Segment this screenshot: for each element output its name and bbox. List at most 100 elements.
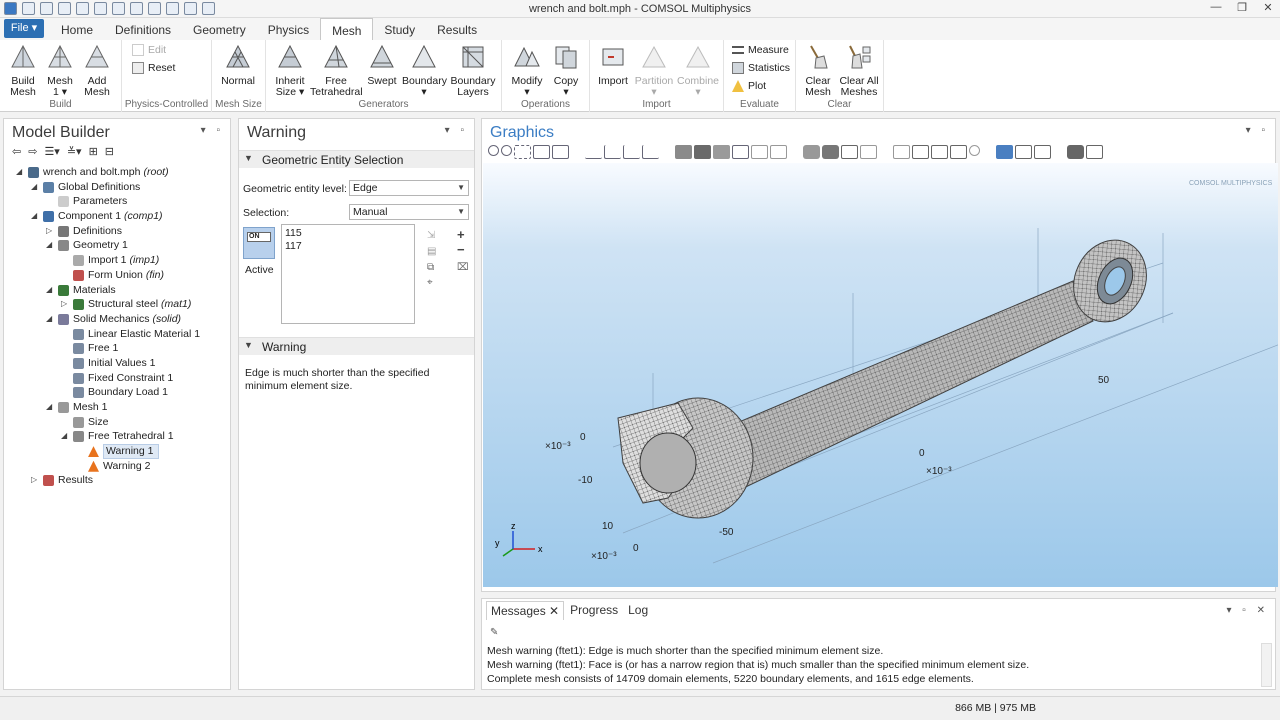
tree-materials[interactable]: ◢ Materials bbox=[8, 283, 228, 298]
paste-selection-icon[interactable]: ▤ bbox=[427, 246, 436, 257]
view-axis-icon[interactable] bbox=[585, 145, 602, 159]
clear-all-meshes-button[interactable]: Clear All Meshes bbox=[836, 44, 882, 98]
tree-size[interactable]: Size bbox=[8, 415, 228, 430]
view-mode2-icon[interactable] bbox=[1015, 145, 1032, 159]
tree-linear-elastic[interactable]: Linear Elastic Material 1 bbox=[8, 327, 228, 342]
active-toggle[interactable]: ON bbox=[243, 227, 275, 259]
tab-definitions[interactable]: Definitions bbox=[104, 18, 182, 40]
scene-light-icon[interactable] bbox=[803, 145, 820, 159]
section-geometric-entity-selection[interactable]: ▼ Geometric Entity Selection bbox=[239, 150, 474, 168]
zoom-selected-icon[interactable] bbox=[533, 145, 550, 159]
inherit-size-button[interactable]: Inherit Size ▾ bbox=[270, 44, 310, 98]
select-domain-icon[interactable] bbox=[694, 145, 711, 159]
hide-icon[interactable] bbox=[893, 145, 910, 159]
tab-results[interactable]: Results bbox=[426, 18, 488, 40]
reset-view-icon[interactable] bbox=[969, 145, 980, 156]
deselect-icon[interactable] bbox=[770, 145, 787, 159]
tab-messages[interactable]: Messages ✕ bbox=[486, 601, 565, 620]
modify-button[interactable]: Modify ▾ bbox=[508, 44, 546, 98]
tree-geometry[interactable]: ◢ Geometry 1 bbox=[8, 238, 228, 253]
transparency-icon[interactable] bbox=[822, 145, 839, 159]
free-tetrahedral-button[interactable]: Free Tetrahedral bbox=[310, 44, 363, 98]
tree-definitions[interactable]: ▷ Definitions bbox=[8, 224, 228, 239]
tree-boundary-load[interactable]: Boundary Load 1 bbox=[8, 385, 228, 400]
collapsed-arrow-icon[interactable]: ▷ bbox=[46, 224, 52, 239]
tree-parameters[interactable]: Parameters bbox=[8, 194, 228, 209]
view-mode3-icon[interactable] bbox=[1034, 145, 1051, 159]
tree-initial-values[interactable]: Initial Values 1 bbox=[8, 356, 228, 371]
copy-selection-icon[interactable]: ⧉ bbox=[427, 262, 434, 273]
messages-menu-icon[interactable]: ▾ ▫ ✕ bbox=[1227, 605, 1270, 616]
copy-button[interactable]: Copy ▾ bbox=[548, 44, 584, 98]
tab-progress[interactable]: Progress bbox=[566, 601, 622, 620]
tree-form-union[interactable]: Form Union (fin) bbox=[8, 268, 228, 283]
import-button[interactable]: Import bbox=[594, 44, 632, 87]
graphics-menu-icon[interactable]: ▾ ▫ bbox=[1246, 125, 1269, 136]
tab-log[interactable]: Log bbox=[624, 601, 652, 620]
tree-import[interactable]: Import 1 (imp1) bbox=[8, 253, 228, 268]
clear-mesh-button[interactable]: Clear Mesh bbox=[800, 44, 836, 98]
tab-mesh[interactable]: Mesh bbox=[320, 18, 374, 40]
section-warning[interactable]: ▼ Warning bbox=[239, 337, 474, 355]
tree-structural-steel[interactable]: ▷ Structural steel (mat1) bbox=[8, 297, 228, 312]
collapsed-arrow-icon[interactable]: ▷ bbox=[61, 297, 67, 312]
render-icon[interactable] bbox=[860, 145, 877, 159]
settings-menu-icon[interactable]: ▾ ▫ bbox=[445, 125, 468, 136]
zoom-box-icon[interactable] bbox=[514, 145, 531, 159]
plot-button[interactable]: Plot bbox=[732, 80, 766, 92]
show-icon[interactable]: ☰▾ bbox=[44, 145, 59, 158]
tab-geometry[interactable]: Geometry bbox=[182, 18, 257, 40]
tree-global-definitions[interactable]: ◢ Global Definitions bbox=[8, 180, 228, 195]
add-icon[interactable]: + bbox=[457, 227, 465, 242]
expand-all-icon[interactable]: ⊞ bbox=[89, 145, 98, 158]
zoom-in-icon[interactable] bbox=[488, 145, 499, 156]
expanded-arrow-icon[interactable]: ◢ bbox=[31, 209, 37, 224]
swept-button[interactable]: Swept bbox=[364, 44, 400, 87]
tree-fixed-constraint[interactable]: Fixed Constraint 1 bbox=[8, 371, 228, 386]
tree-warning-1[interactable]: Warning 1 bbox=[8, 444, 228, 459]
tab-physics[interactable]: Physics bbox=[257, 18, 320, 40]
view-mode-icon[interactable] bbox=[996, 145, 1013, 159]
entity-level-select[interactable]: Edge ▼ bbox=[349, 180, 469, 196]
panel-menu-icon[interactable]: ▾ ▫ bbox=[201, 125, 224, 136]
expanded-arrow-icon[interactable]: ◢ bbox=[61, 429, 67, 444]
print-icon[interactable] bbox=[1086, 145, 1103, 159]
show-axis-icon[interactable] bbox=[950, 145, 967, 159]
expanded-arrow-icon[interactable]: ◢ bbox=[31, 180, 37, 195]
normal-size-button[interactable]: Normal bbox=[218, 44, 258, 87]
expanded-arrow-icon[interactable]: ◢ bbox=[46, 400, 52, 415]
screenshot-icon[interactable] bbox=[1067, 145, 1084, 159]
tree-mesh[interactable]: ◢ Mesh 1 bbox=[8, 400, 228, 415]
select-boundary-icon[interactable] bbox=[713, 145, 730, 159]
tree-free-tetrahedral[interactable]: ◢ Free Tetrahedral 1 bbox=[8, 429, 228, 444]
close-icon[interactable]: ✕ bbox=[1260, 1, 1276, 14]
show-grid-icon[interactable] bbox=[931, 145, 948, 159]
tree-solid-mechanics[interactable]: ◢ Solid Mechanics (solid) bbox=[8, 312, 228, 327]
filter-icon[interactable]: ≚▾ bbox=[67, 145, 82, 158]
file-menu-button[interactable]: File ▾ bbox=[4, 19, 44, 38]
graphics-viewport[interactable]: ×10⁻³ 0 -10 10 ×10⁻³ 0 0 ×10⁻³ 50 -50 CO… bbox=[483, 163, 1278, 587]
forward-arrow-icon[interactable]: ⇨ bbox=[28, 145, 37, 158]
tab-study[interactable]: Study bbox=[373, 18, 426, 40]
select-icon[interactable]: ⇲ bbox=[427, 230, 435, 241]
view-xy-icon[interactable] bbox=[604, 145, 621, 159]
view-yz-icon[interactable] bbox=[623, 145, 640, 159]
mesh1-button[interactable]: Mesh 1 ▾ bbox=[43, 44, 77, 98]
add-mesh-button[interactable]: Add Mesh bbox=[80, 44, 114, 98]
selection-list[interactable]: 115 117 bbox=[281, 224, 415, 324]
clear-messages-icon[interactable]: ✎ bbox=[490, 627, 498, 638]
statistics-button[interactable]: Statistics bbox=[732, 62, 790, 74]
expanded-arrow-icon[interactable]: ◢ bbox=[16, 165, 22, 180]
show-objects-icon[interactable] bbox=[912, 145, 929, 159]
tree-warning-2[interactable]: Warning 2 bbox=[8, 459, 228, 474]
list-item[interactable]: 115 bbox=[285, 227, 411, 240]
minimize-icon[interactable]: — bbox=[1208, 1, 1224, 14]
collapse-all-icon[interactable]: ⊟ bbox=[105, 145, 114, 158]
tab-home[interactable]: Home bbox=[50, 18, 104, 40]
expanded-arrow-icon[interactable]: ◢ bbox=[46, 283, 52, 298]
tree-root[interactable]: ◢ wrench and bolt.mph (root) bbox=[8, 165, 228, 180]
expanded-arrow-icon[interactable]: ◢ bbox=[46, 312, 52, 327]
zoom-out-icon[interactable] bbox=[501, 145, 512, 156]
tree-component[interactable]: ◢ Component 1 (comp1) bbox=[8, 209, 228, 224]
zoom-extents-icon[interactable] bbox=[552, 145, 569, 159]
